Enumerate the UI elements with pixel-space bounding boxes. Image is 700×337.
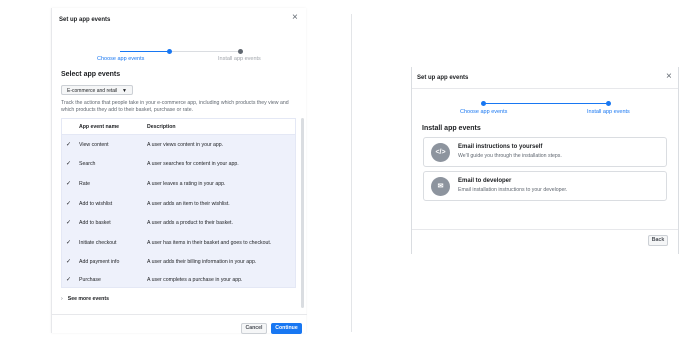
progress-stepper: Choose app events Install app events (412, 98, 680, 118)
event-description: A user adds their billing information in… (147, 259, 257, 265)
column-header-name: App event name (79, 124, 120, 130)
step-dot-install (606, 101, 611, 106)
option-description: Email installation instructions to your … (458, 187, 568, 193)
option-description: We'll guide you through the installation… (458, 153, 562, 159)
event-name: View content (79, 142, 109, 148)
table-row[interactable]: ✓ Add to wishlist A user adds an item to… (62, 195, 295, 214)
select-app-events-dialog: Set up app events × Choose app events In… (51, 8, 307, 334)
continue-button[interactable]: Continue (271, 323, 302, 334)
event-description: A user adds an item to their wishlist. (147, 201, 230, 207)
cancel-button[interactable]: Cancel (241, 323, 267, 334)
envelope-icon: ✉ (431, 177, 450, 196)
table-row[interactable]: ✓ Add to basket A user adds a product to… (62, 214, 295, 233)
check-icon[interactable]: ✓ (66, 239, 71, 246)
header-divider (412, 88, 678, 89)
back-button[interactable]: Back (648, 235, 668, 246)
section-title: Install app events (422, 125, 481, 132)
event-description: A user adds a product to their basket. (147, 220, 233, 226)
scrollbar[interactable] (301, 118, 304, 308)
check-icon[interactable]: ✓ (66, 180, 71, 187)
event-description: A user searches for content in your app. (147, 161, 239, 167)
dropdown-value: E-commerce and retail (67, 88, 118, 94)
stepper-line-active (483, 103, 609, 104)
stepper-line-active (120, 51, 169, 52)
step-dot-choose (481, 101, 486, 106)
panel-divider (351, 14, 352, 332)
check-icon[interactable]: ✓ (66, 219, 71, 226)
chevron-right-icon: › (61, 296, 63, 302)
step-dot-install (238, 49, 243, 54)
option-title: Email to developer (458, 178, 512, 184)
table-row[interactable]: ✓ Initiate checkout A user has items in … (62, 234, 295, 253)
event-name: Add to basket (79, 220, 111, 226)
dialog-title: Set up app events (59, 17, 111, 23)
event-name: Purchase (79, 277, 101, 283)
section-description: Track the actions that people take in yo… (61, 100, 289, 113)
email-developer-option[interactable]: ✉ Email to developer Email installation … (423, 171, 667, 201)
event-name: Add to wishlist (79, 201, 113, 207)
table-row[interactable]: ✓ Search A user searches for content in … (62, 155, 295, 174)
install-app-events-dialog: Set up app events × Choose app events In… (411, 67, 679, 254)
see-more-events-toggle[interactable]: › See more events (61, 296, 109, 302)
option-title: Email instructions to yourself (458, 144, 543, 150)
event-description: A user completes a purchase in your app. (147, 277, 243, 283)
event-description: A user views content in your app. (147, 142, 224, 148)
step-label-choose: Choose app events (97, 56, 145, 62)
event-name: Rate (79, 181, 90, 187)
step-label-install: Install app events (587, 109, 630, 115)
close-icon[interactable]: × (666, 72, 672, 82)
check-icon[interactable]: ✓ (66, 141, 71, 148)
check-icon[interactable]: ✓ (66, 160, 71, 167)
table-row[interactable]: ✓ Purchase A user completes a purchase i… (62, 271, 295, 290)
code-icon: </> (431, 143, 450, 162)
step-label-choose: Choose app events (460, 109, 508, 115)
check-icon[interactable]: ✓ (66, 200, 71, 207)
check-icon[interactable]: ✓ (66, 258, 71, 265)
event-description: A user has items in their basket and goe… (147, 240, 272, 246)
footer-divider (412, 229, 678, 230)
email-yourself-option[interactable]: </> Email instructions to yourself We'll… (423, 137, 667, 167)
see-more-label: See more events (67, 296, 109, 302)
close-icon[interactable]: × (292, 13, 298, 23)
footer-divider (52, 314, 307, 315)
column-header-description: Description (147, 124, 176, 130)
app-events-table: App event name Description ✓ View conten… (61, 118, 296, 288)
dialog-title: Set up app events (417, 75, 469, 81)
event-name: Search (79, 161, 96, 167)
table-row[interactable]: ✓ View content A user views content in y… (62, 136, 295, 155)
stepper-line-inactive (169, 51, 239, 52)
screenshot-canvas: Set up app events × Choose app events In… (0, 0, 700, 337)
event-name: Add payment info (79, 259, 120, 265)
category-dropdown[interactable]: E-commerce and retail ▼ (61, 85, 133, 95)
event-description: A user leaves a rating in your app. (147, 181, 226, 187)
section-title: Select app events (61, 71, 121, 78)
check-icon[interactable]: ✓ (66, 276, 71, 283)
table-row[interactable]: ✓ Add payment info A user adds their bil… (62, 253, 295, 272)
progress-stepper: Choose app events Install app events (52, 45, 307, 65)
table-header: App event name Description (62, 119, 295, 135)
step-label-install: Install app events (218, 56, 261, 62)
event-name: Initiate checkout (79, 240, 117, 246)
caret-down-icon: ▼ (122, 88, 127, 94)
table-row[interactable]: ✓ Rate A user leaves a rating in your ap… (62, 175, 295, 194)
step-dot-choose (167, 49, 172, 54)
